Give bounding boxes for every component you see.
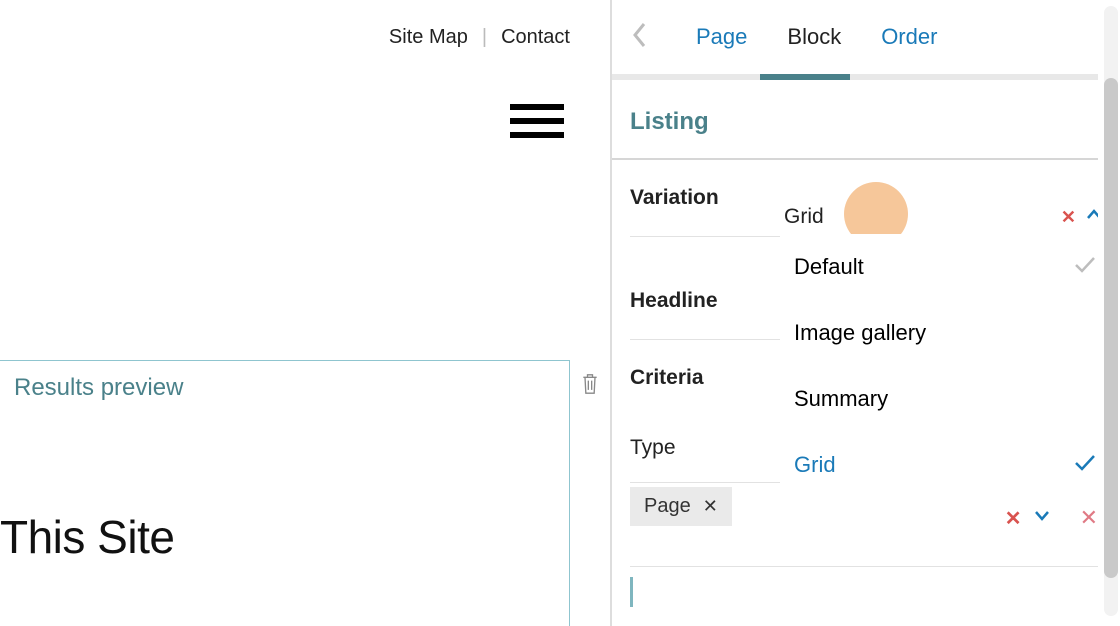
check-icon: [1074, 254, 1096, 280]
chevron-left-icon[interactable]: [624, 20, 656, 55]
trash-icon[interactable]: [580, 372, 600, 401]
content-preview-pane: Site Map | Contact Results preview This …: [0, 0, 610, 626]
variation-dropdown: Default Image gallery Summary Gri: [780, 234, 1102, 498]
results-preview-title: Results preview: [14, 374, 183, 402]
fields-area: Variation Grid ✕: [612, 160, 1120, 526]
chip-page[interactable]: Page ✕: [630, 487, 732, 526]
option-default[interactable]: Default: [780, 234, 1102, 300]
scrollbar-thumb[interactable]: [1104, 78, 1118, 578]
option-label: Image gallery: [794, 320, 926, 346]
chevron-down-icon[interactable]: [1034, 509, 1050, 528]
tab-indicator-track: [612, 74, 1120, 80]
tab-page[interactable]: Page: [696, 24, 747, 50]
properties-panel: Page Block Order Listing Variation Grid …: [610, 0, 1120, 626]
nav-separator: |: [482, 26, 487, 49]
link-contact[interactable]: Contact: [501, 26, 570, 49]
scrollbar[interactable]: [1104, 6, 1118, 616]
option-image-gallery[interactable]: Image gallery: [780, 300, 1102, 366]
tab-bar: Page Block Order: [612, 0, 1120, 74]
label-headline: Headline: [630, 263, 780, 340]
variation-current-text: Grid: [784, 205, 824, 229]
option-label: Summary: [794, 386, 888, 412]
page-heading: This Site: [0, 510, 174, 564]
label-criteria: Criteria: [630, 340, 780, 416]
chip-label: Page: [644, 495, 691, 518]
option-summary[interactable]: Summary: [780, 366, 1102, 432]
label-type: Type: [630, 416, 780, 483]
close-icon[interactable]: ✕: [1080, 505, 1098, 531]
close-icon[interactable]: ✕: [703, 496, 718, 517]
tab-indicator-active: [760, 74, 850, 80]
option-label: Default: [794, 254, 864, 280]
close-icon[interactable]: ✕: [1005, 506, 1022, 531]
label-variation: Variation: [630, 160, 780, 237]
top-nav: Site Map | Contact: [389, 26, 570, 49]
tab-order[interactable]: Order: [881, 24, 937, 50]
close-icon[interactable]: ✕: [1061, 207, 1076, 228]
next-section-accent: [630, 577, 1102, 607]
link-site-map[interactable]: Site Map: [389, 26, 468, 49]
section-title-listing: Listing: [612, 80, 1120, 160]
hamburger-icon[interactable]: [510, 104, 564, 138]
check-icon: [1074, 452, 1096, 478]
option-label: Grid: [794, 452, 836, 478]
tab-block[interactable]: Block: [787, 24, 841, 50]
divider: [630, 566, 1102, 567]
value-actions-row: ✕ ✕: [780, 496, 1102, 531]
option-grid[interactable]: Grid: [780, 432, 1102, 498]
field-variation: Variation Grid ✕: [630, 160, 1102, 263]
